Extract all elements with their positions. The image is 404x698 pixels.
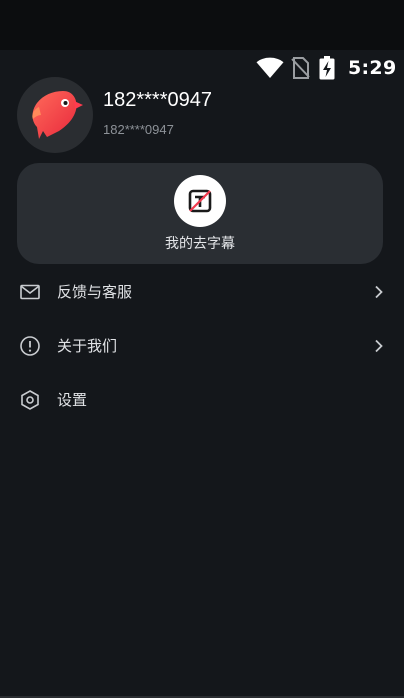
my-subtitle-removal-card[interactable]: 我的去字幕 [17, 163, 383, 264]
subtitle-remove-icon [188, 189, 212, 213]
status-bar: 5:29 [224, 56, 404, 82]
avatar[interactable] [17, 77, 93, 153]
wifi-icon [256, 57, 284, 83]
card-icon-badge [174, 175, 226, 227]
no-sim-icon [290, 57, 310, 83]
user-account-id: 182****0947 [103, 122, 174, 137]
settings-hexagon-icon [19, 389, 41, 411]
mail-icon [19, 281, 41, 303]
status-time: 5:29 [348, 57, 397, 79]
top-backdrop [0, 0, 404, 50]
parrot-avatar-icon [32, 91, 83, 139]
card-label: 我的去字幕 [165, 236, 235, 252]
menu-label-about: 关于我们 [57, 337, 118, 355]
chevron-right-icon [372, 284, 386, 299]
chevron-right-icon [372, 338, 386, 353]
menu-item-settings[interactable]: 设置 [0, 375, 404, 423]
battery-charging-icon [319, 56, 335, 84]
info-circle-icon [19, 335, 41, 357]
menu-item-about[interactable]: 关于我们 [0, 321, 404, 369]
user-name: 182****0947 [103, 89, 212, 111]
menu-label-feedback: 反馈与客服 [57, 283, 133, 301]
menu-label-settings: 设置 [57, 391, 88, 409]
menu-item-feedback[interactable]: 反馈与客服 [0, 267, 404, 315]
